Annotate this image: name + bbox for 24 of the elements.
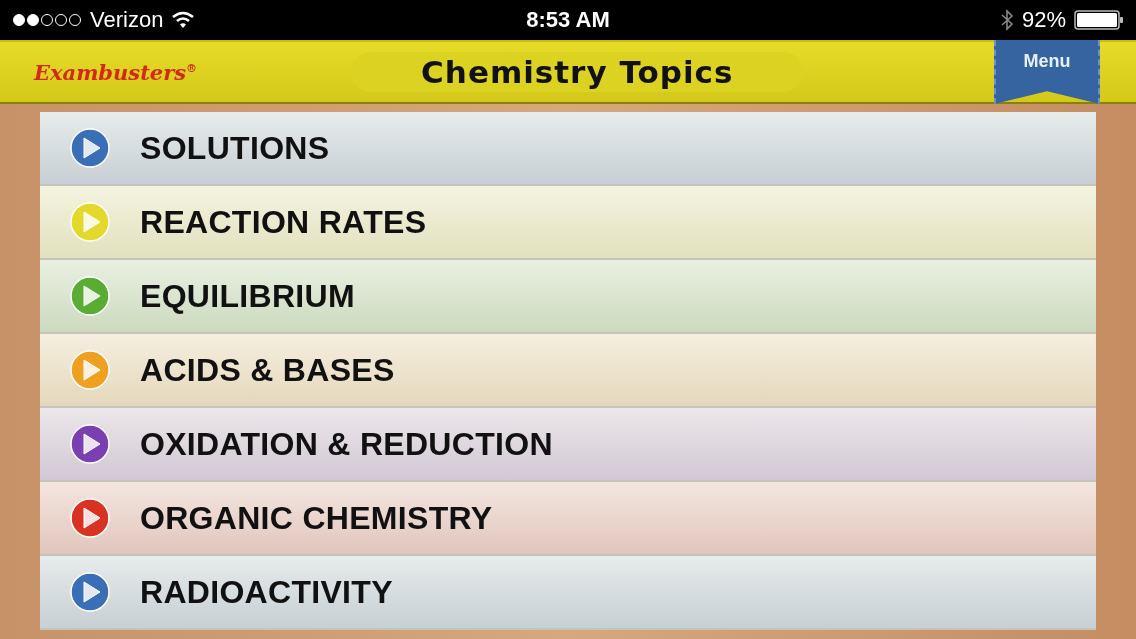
topic-label: ACIDS & BASES xyxy=(140,351,395,389)
topic-row[interactable]: OXIDATION & REDUCTION xyxy=(40,408,1096,482)
clock-time: 8:53 AM xyxy=(526,7,610,33)
battery-icon xyxy=(1074,10,1124,30)
topic-label: RADIOACTIVITY xyxy=(140,573,393,611)
topic-row[interactable]: REACTION RATES xyxy=(40,186,1096,260)
topic-row[interactable]: ACIDS & BASES xyxy=(40,334,1096,408)
carrier-name: Verizon xyxy=(90,7,164,33)
signal-strength-icon xyxy=(12,13,82,27)
topic-row[interactable]: SOLUTIONS xyxy=(40,112,1096,186)
app-logo: Exambusters$^{®}$ xyxy=(34,59,198,85)
bluetooth-icon xyxy=(999,9,1014,31)
topic-label: OXIDATION & REDUCTION xyxy=(140,425,553,463)
topic-label: SOLUTIONS xyxy=(140,129,330,167)
battery-percentage: 92% xyxy=(1021,7,1066,33)
topic-row[interactable]: RADIOACTIVITY xyxy=(40,556,1096,630)
topic-label: EQUILIBRIUM xyxy=(140,277,355,315)
topic-label: REACTION RATES xyxy=(140,203,427,241)
topic-row[interactable]: EQUILIBRIUM xyxy=(40,260,1096,334)
topic-row[interactable]: ORGANIC CHEMISTRY xyxy=(40,482,1096,556)
menu-button[interactable]: Menu xyxy=(994,40,1100,104)
wifi-icon xyxy=(171,11,196,29)
topic-label: ORGANIC CHEMISTRY xyxy=(140,499,493,537)
screen-title: Chemistry Topics xyxy=(351,52,804,92)
